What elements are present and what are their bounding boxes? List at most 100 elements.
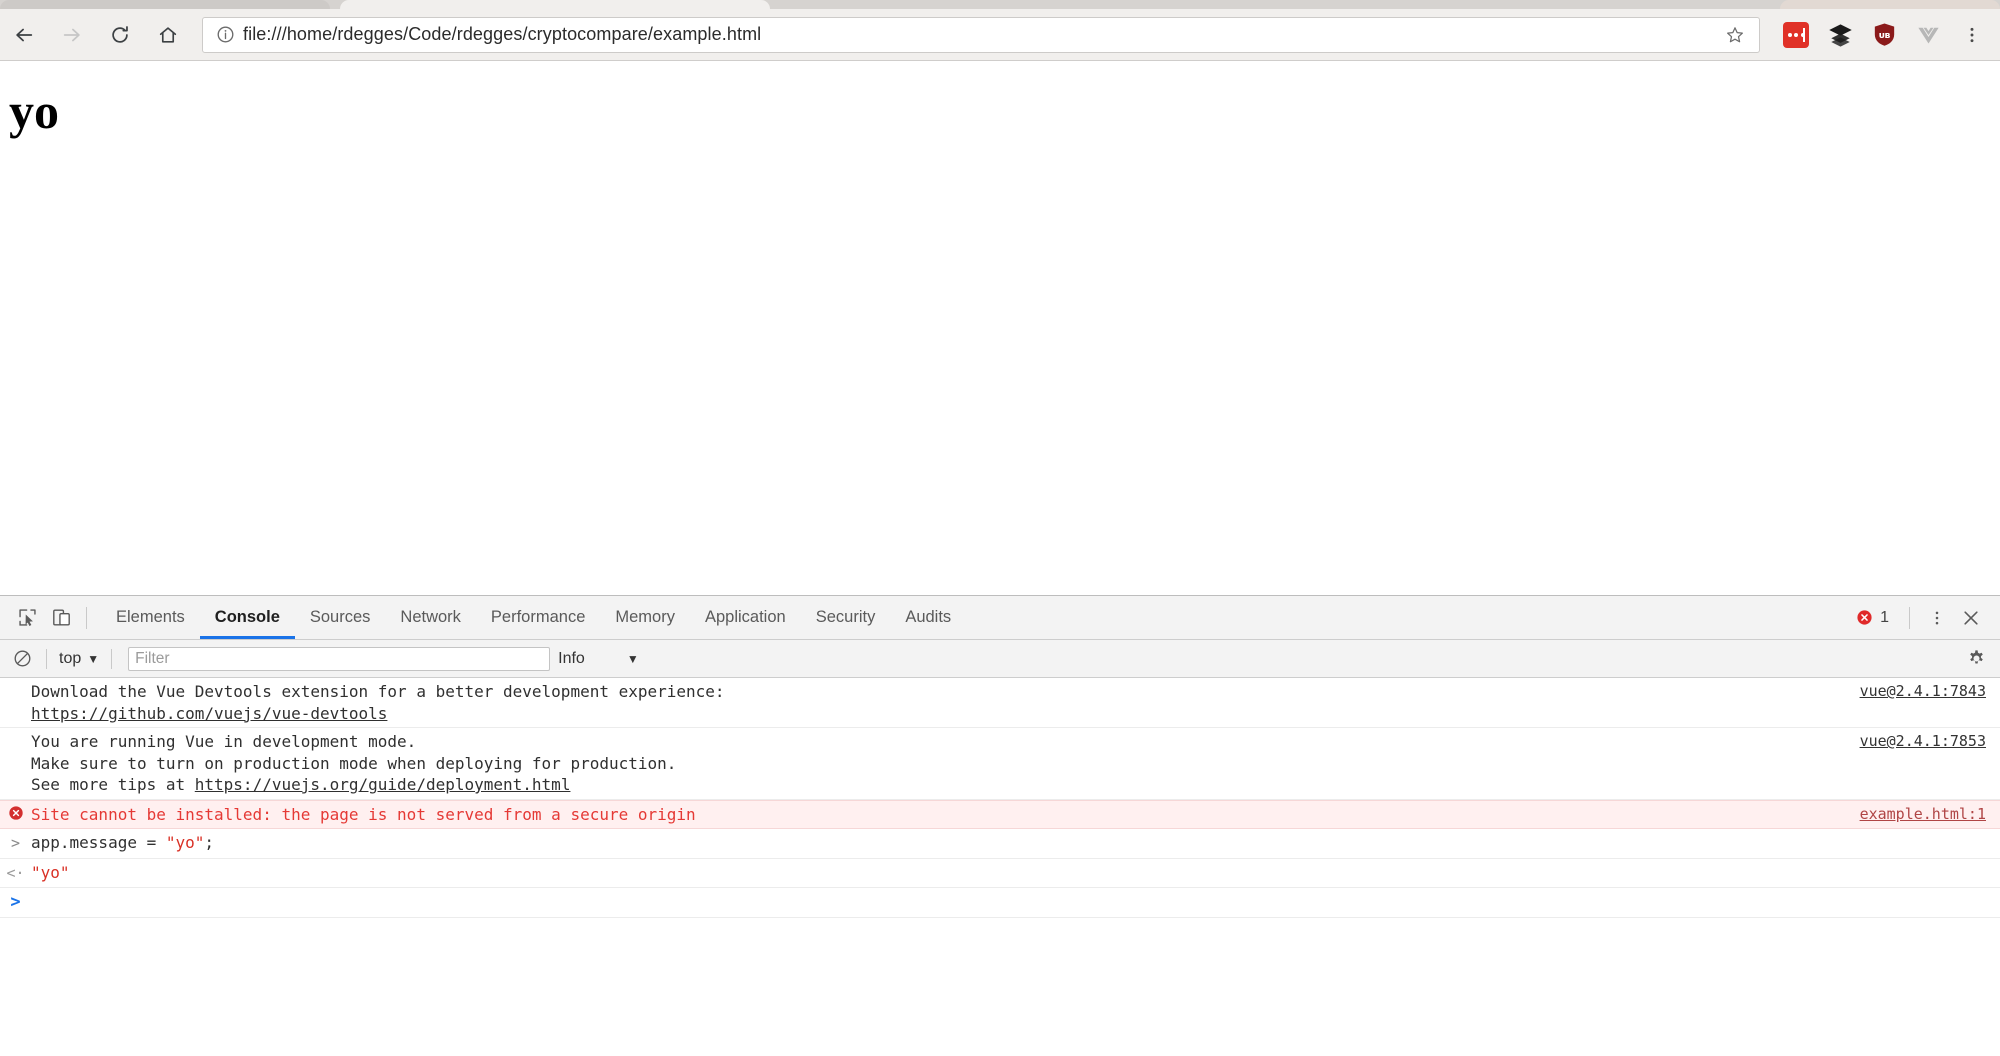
error-circle-icon — [8, 805, 24, 821]
divider — [46, 649, 47, 669]
kebab-menu-icon — [1962, 25, 1982, 45]
home-icon — [157, 24, 179, 46]
browser-tab-strip[interactable] — [0, 0, 2000, 9]
console-filter-field[interactable] — [128, 647, 550, 671]
row-gutter — [0, 731, 31, 732]
tab-console[interactable]: Console — [200, 596, 295, 639]
console-message-text: Download the Vue Devtools extension for … — [31, 681, 1860, 724]
chevron-down-icon: ▼ — [627, 652, 639, 666]
output-arrow-icon: <· — [6, 863, 24, 885]
devtools-close-button[interactable] — [1954, 601, 1988, 635]
devtools-tabbar-right: 1 — [1856, 596, 2000, 639]
browser-tab[interactable] — [1780, 0, 2000, 9]
tab-label: Performance — [491, 608, 585, 627]
console-result-text: "yo" — [31, 862, 1986, 884]
error-count: 1 — [1880, 609, 1889, 627]
clear-console-icon[interactable] — [6, 643, 38, 675]
console-source-link[interactable]: example.html:1 — [1860, 804, 2000, 826]
console-row-log[interactable]: You are running Vue in development mode.… — [0, 728, 2000, 800]
console-context-selector[interactable]: top ▼ — [55, 650, 103, 668]
console-filter-input[interactable] — [135, 650, 543, 668]
result-string-literal: "yo" — [31, 863, 70, 882]
devtools-tab-list: Elements Console Sources Network Perform… — [101, 596, 966, 639]
console-row-input[interactable]: > app.message = "yo"; — [0, 829, 2000, 859]
back-arrow-icon — [13, 24, 35, 46]
console-level-selector[interactable]: Info ▼ — [558, 650, 639, 668]
tab-label: Sources — [310, 608, 371, 627]
console-context-value: top — [59, 650, 81, 668]
devtools-more-button[interactable] — [1920, 601, 1954, 635]
console-row-log[interactable]: Download the Vue Devtools extension for … — [0, 678, 2000, 728]
ublock-origin-extension-icon[interactable]: ᴜʙ — [1862, 13, 1906, 57]
tab-network[interactable]: Network — [385, 596, 476, 639]
close-icon — [1961, 608, 1981, 628]
console-message-text: You are running Vue in development mode.… — [31, 731, 1860, 796]
address-bar[interactable]: file:///home/rdegges/Code/rdegges/crypto… — [202, 17, 1760, 53]
message-line: Download the Vue Devtools extension for … — [31, 682, 725, 701]
inspect-element-icon[interactable] — [10, 601, 44, 635]
lastpass-extension-icon[interactable] — [1774, 13, 1818, 57]
console-message-list[interactable]: Download the Vue Devtools extension for … — [0, 678, 2000, 1056]
tab-audits[interactable]: Audits — [890, 596, 966, 639]
console-input-text: app.message = "yo"; — [31, 832, 1986, 854]
browser-menu-button[interactable] — [1950, 13, 1994, 57]
device-toolbar-icon[interactable] — [44, 601, 78, 635]
console-row-error[interactable]: Site cannot be installed: the page is no… — [0, 800, 2000, 830]
address-bar-url[interactable]: file:///home/rdegges/Code/rdegges/crypto… — [237, 24, 1721, 45]
console-source-link[interactable]: vue@2.4.1:7853 — [1860, 731, 2000, 753]
browser-tab[interactable] — [0, 0, 330, 9]
home-button[interactable] — [144, 13, 192, 57]
error-count-badge[interactable]: 1 — [1856, 609, 1899, 627]
gear-icon[interactable] — [1960, 643, 1992, 675]
error-circle-icon — [1856, 609, 1873, 626]
row-gutter: > — [0, 891, 31, 914]
info-circle-icon[interactable] — [213, 25, 237, 44]
code-prefix: app.message = — [31, 833, 166, 852]
tab-performance[interactable]: Performance — [476, 596, 600, 639]
row-gutter — [0, 804, 31, 821]
tab-application[interactable]: Application — [690, 596, 801, 639]
console-prompt-row[interactable]: > — [0, 888, 2000, 918]
code-string-literal: "yo" — [166, 833, 205, 852]
console-filter-bar: top ▼ Info ▼ — [0, 640, 2000, 678]
tab-label: Application — [705, 608, 786, 627]
divider — [111, 649, 112, 669]
code-suffix: ; — [204, 833, 214, 852]
tab-security[interactable]: Security — [801, 596, 891, 639]
tab-sources[interactable]: Sources — [295, 596, 386, 639]
message-line: See more tips at — [31, 775, 195, 794]
browser-tab-active[interactable] — [340, 0, 770, 9]
console-source-link[interactable]: vue@2.4.1:7843 — [1860, 681, 2000, 703]
vue-devtools-extension-icon[interactable] — [1906, 13, 1950, 57]
console-row-result[interactable]: <· "yo" — [0, 859, 2000, 889]
chevron-down-icon: ▼ — [87, 652, 99, 666]
svg-text:ᴜʙ: ᴜʙ — [1878, 30, 1890, 41]
devtools-panel: Elements Console Sources Network Perform… — [0, 595, 2000, 1056]
prompt-arrow-icon: > — [10, 892, 20, 914]
tab-label: Console — [215, 608, 280, 627]
extension-toolbar: ᴜʙ — [1774, 13, 2000, 57]
back-button[interactable] — [0, 13, 48, 57]
forward-arrow-icon — [61, 24, 83, 46]
message-line: Make sure to turn on production mode whe… — [31, 754, 676, 773]
console-message-text: Site cannot be installed: the page is no… — [31, 804, 1860, 826]
page-heading: yo — [0, 62, 2000, 139]
row-gutter: <· — [0, 862, 31, 885]
message-link[interactable]: https://vuejs.org/guide/deployment.html — [195, 775, 571, 794]
tab-label: Audits — [905, 608, 951, 627]
devtools-tabbar: Elements Console Sources Network Perform… — [0, 596, 2000, 640]
row-gutter: > — [0, 832, 31, 855]
tab-elements[interactable]: Elements — [101, 596, 200, 639]
console-level-value: Info — [558, 650, 585, 668]
star-icon[interactable] — [1721, 25, 1749, 45]
tab-label: Memory — [615, 608, 675, 627]
kebab-menu-icon — [1928, 609, 1946, 627]
tab-label: Elements — [116, 608, 185, 627]
message-link[interactable]: https://github.com/vuejs/vue-devtools — [31, 704, 387, 723]
reload-icon — [109, 24, 131, 46]
reload-button[interactable] — [96, 13, 144, 57]
tab-label: Security — [816, 608, 876, 627]
layers-extension-icon[interactable] — [1818, 13, 1862, 57]
forward-button[interactable] — [48, 13, 96, 57]
tab-memory[interactable]: Memory — [600, 596, 690, 639]
